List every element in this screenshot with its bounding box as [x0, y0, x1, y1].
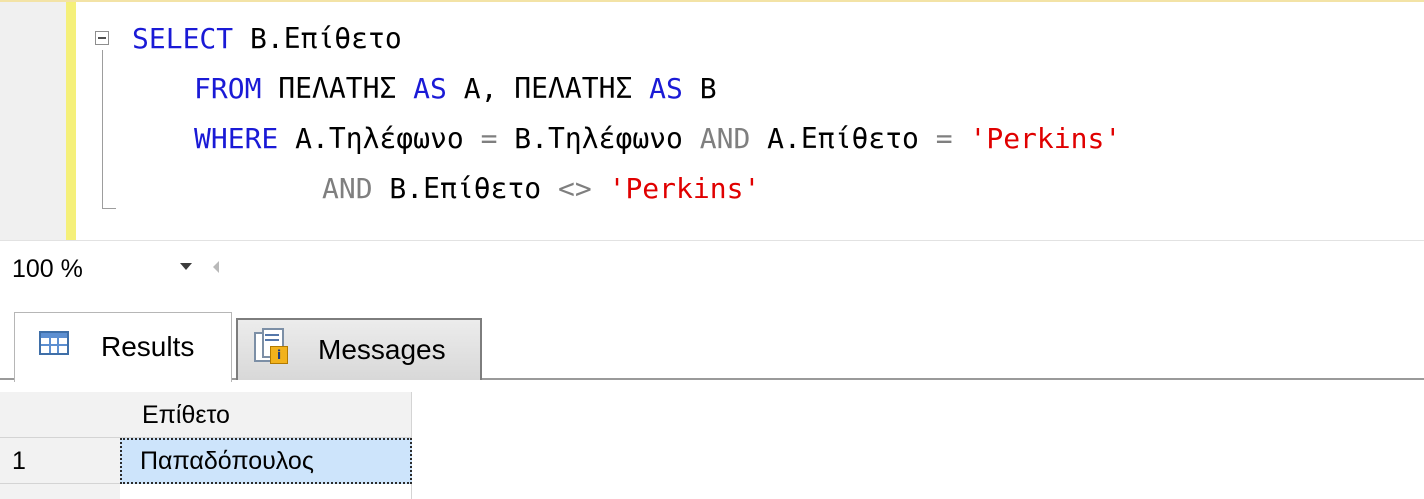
zoom-dropdown-icon[interactable] — [180, 263, 192, 270]
results-pane: Results i Messages Επίθετο 1 Παπαδόπουλο… — [0, 298, 1424, 499]
code-token: FROM — [194, 72, 262, 105]
grid-icon — [39, 331, 69, 355]
code-token: WHERE — [194, 122, 279, 155]
code-line-4[interactable]: AND B.Επίθετο <> 'Perkins' — [322, 172, 760, 206]
code-token: B.Επίθετο — [372, 172, 559, 205]
code-token: AS — [413, 72, 447, 105]
scroll-left-icon[interactable] — [213, 261, 219, 273]
code-token: A, ΠΕΛΑΤΗΣ — [446, 72, 650, 105]
code-token: AS — [649, 72, 683, 105]
code-token: = — [935, 122, 953, 155]
code-token: A.Τηλέφωνο — [278, 122, 481, 155]
editor-top-border — [0, 0, 1424, 2]
table-cell-selected[interactable]: Παπαδόπουλος — [120, 438, 412, 484]
tab-messages[interactable]: i Messages — [236, 318, 482, 380]
results-grid: Επίθετο 1 Παπαδόπουλος — [0, 392, 420, 499]
tab-messages-label: Messages — [318, 334, 446, 365]
code-line-1[interactable]: SELECT B.Επίθετο — [132, 22, 402, 56]
outline-guide-line — [102, 50, 103, 208]
outline-guide-end — [102, 208, 116, 209]
code-token: B — [682, 72, 717, 105]
code-token: B.Τηλέφωνο — [497, 122, 700, 155]
change-tracking-bar — [66, 2, 76, 240]
code-token: B.Επίθετο — [233, 22, 402, 55]
code-token: = — [480, 122, 498, 155]
messages-icon: i — [254, 328, 288, 366]
code-token: A.Επίθετο — [750, 122, 936, 155]
code-token: 'Perkins' — [969, 122, 1122, 155]
code-line-3[interactable]: WHERE A.Τηλέφωνο = B.Τηλέφωνο AND A.Επίθ… — [194, 122, 1121, 156]
line-number-gutter — [0, 2, 66, 240]
code-token: 'Perkins' — [608, 172, 761, 205]
zoom-level[interactable]: 100 % — [12, 255, 83, 284]
code-token: AND — [322, 172, 373, 205]
sql-editor[interactable]: SELECT B.Επίθετο FROM ΠΕΛΑΤΗΣ AS A, ΠΕΛΑ… — [0, 0, 1424, 240]
code-token: ΠΕΛΑΤΗΣ — [261, 72, 414, 105]
code-line-2[interactable]: FROM ΠΕΛΑΤΗΣ AS A, ΠΕΛΑΤΗΣ AS B — [194, 72, 717, 106]
collapse-outline-icon[interactable] — [95, 31, 109, 45]
tab-results[interactable]: Results — [14, 312, 232, 382]
column-header[interactable]: Επίθετο — [120, 392, 412, 438]
row-header[interactable]: 1 — [0, 438, 120, 484]
code-token: <> — [558, 172, 592, 205]
grid-next-row-cell — [120, 484, 412, 499]
code-token: SELECT — [132, 22, 234, 55]
grid-corner-cell[interactable] — [0, 392, 120, 438]
zoom-bar: 100 % — [0, 240, 1424, 299]
tab-results-label: Results — [101, 331, 195, 362]
code-token: AND — [699, 122, 751, 155]
